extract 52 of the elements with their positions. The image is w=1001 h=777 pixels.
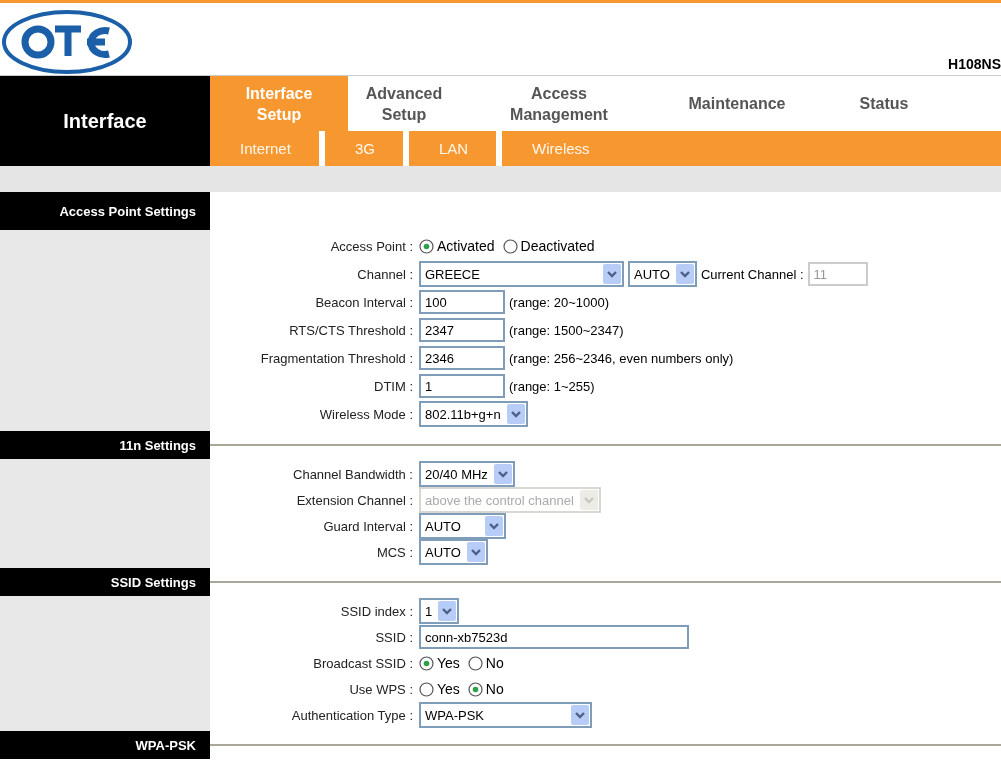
field-label: Use WPS : bbox=[348, 681, 414, 697]
field-label: RTS/CTS Threshold : bbox=[288, 322, 414, 338]
dropdown[interactable]: 20/40 MHz bbox=[419, 461, 515, 487]
model-name: H108NS bbox=[948, 56, 1001, 72]
dropdown[interactable]: AUTO bbox=[419, 513, 506, 539]
radio-option[interactable]: Yes bbox=[419, 681, 460, 697]
field-label: Access Point : bbox=[329, 238, 414, 254]
section-header: WPA-PSK bbox=[0, 731, 210, 759]
range-hint: (range: 1500~2347) bbox=[509, 322, 624, 338]
field-label: SSID index : bbox=[339, 603, 414, 619]
radio-button-icon[interactable] bbox=[419, 681, 434, 697]
radio-button-icon[interactable] bbox=[467, 681, 483, 697]
field-label: Guard Interval : bbox=[322, 518, 414, 534]
dropdown[interactable]: AUTO bbox=[628, 261, 697, 287]
section-title: Interface bbox=[0, 76, 210, 166]
radio-option[interactable]: Yes bbox=[419, 655, 460, 671]
dropdown[interactable]: GREECE bbox=[419, 261, 624, 287]
field-label: Current Channel : bbox=[700, 266, 804, 282]
dropdown[interactable]: 802.11b+g+n bbox=[419, 401, 528, 427]
radio-option[interactable]: No bbox=[467, 655, 504, 671]
field-label: Channel : bbox=[356, 266, 414, 282]
radio-button-icon[interactable] bbox=[502, 238, 518, 254]
section-header: 11n Settings bbox=[0, 431, 210, 459]
field-label: MCS : bbox=[375, 544, 414, 560]
input-field[interactable]: 2346 bbox=[419, 346, 505, 370]
radio-button-icon[interactable] bbox=[419, 238, 434, 254]
field-label: Wireless Mode : bbox=[318, 406, 414, 422]
range-hint: (range: 20~1000) bbox=[509, 294, 610, 310]
field-label: SSID : bbox=[374, 629, 414, 645]
field-label: Broadcast SSID : bbox=[312, 655, 414, 671]
field-label: Extension Channel : bbox=[295, 492, 414, 508]
range-hint: (range: 1~255) bbox=[509, 378, 595, 394]
field-label: Fragmentation Threshold : bbox=[259, 350, 414, 366]
field-label: Authentication Type : bbox=[290, 707, 414, 723]
section-header: SSID Settings bbox=[0, 568, 210, 596]
radio-option[interactable]: Deactivated bbox=[502, 238, 595, 254]
radio-button-icon[interactable] bbox=[419, 655, 434, 671]
dropdown[interactable]: AUTO bbox=[419, 539, 488, 565]
radio-button-icon[interactable] bbox=[467, 655, 483, 671]
input-field[interactable]: conn-xb7523d bbox=[419, 625, 689, 649]
range-hint: (range: 256~2346, even numbers only) bbox=[509, 350, 734, 366]
field-label: DTIM : bbox=[373, 378, 414, 394]
dropdown[interactable]: 1 bbox=[419, 598, 460, 624]
radio-option[interactable]: Activated bbox=[419, 238, 495, 254]
input-field[interactable]: 2347 bbox=[419, 318, 505, 342]
input-field[interactable]: 1 bbox=[419, 374, 505, 398]
field-label: Channel Bandwidth : bbox=[292, 466, 414, 482]
field-label: Beacon Interval : bbox=[314, 294, 414, 310]
dropdown[interactable]: WPA-PSK bbox=[419, 702, 592, 728]
section-header: Access Point Settings bbox=[0, 192, 210, 230]
radio-option[interactable]: No bbox=[467, 681, 504, 697]
input-field[interactable]: 100 bbox=[419, 290, 505, 314]
